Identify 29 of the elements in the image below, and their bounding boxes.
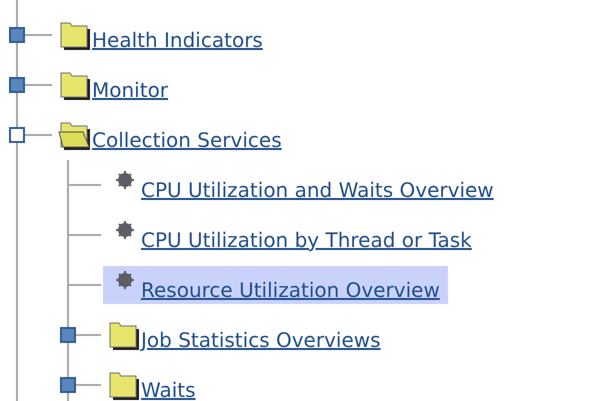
expand-toggle[interactable] — [60, 377, 76, 393]
folder-icon — [107, 320, 141, 350]
gear-icon — [115, 170, 135, 190]
tree-item[interactable]: Monitor — [54, 66, 176, 104]
folder-icon — [107, 370, 141, 400]
tree-item[interactable]: CPU Utilization and Waits Overview — [103, 166, 502, 204]
tree-item[interactable]: CPU Utilization by Thread or Task — [103, 216, 480, 254]
open-folder-icon — [58, 120, 92, 150]
expand-toggle[interactable] — [9, 77, 25, 93]
tree-link[interactable]: Monitor — [92, 78, 168, 102]
tree-link[interactable]: Job Statistics Overviews — [141, 328, 381, 352]
tree-link[interactable]: Waits — [141, 378, 196, 401]
folder-icon — [58, 20, 92, 50]
tree-item[interactable]: Resource Utilization Overview — [103, 266, 448, 304]
tree-link[interactable]: CPU Utilization by Thread or Task — [141, 228, 472, 252]
tree-item[interactable]: Waits — [103, 366, 204, 401]
gear-icon — [115, 220, 135, 240]
expand-toggle[interactable] — [9, 27, 25, 43]
tree-link[interactable]: Collection Services — [92, 128, 282, 152]
tree-item[interactable]: Health Indicators — [54, 16, 271, 54]
collapse-toggle[interactable] — [9, 127, 25, 143]
tree-link[interactable]: Health Indicators — [92, 28, 263, 52]
tree-item[interactable]: Job Statistics Overviews — [103, 316, 389, 354]
tree-link[interactable]: CPU Utilization and Waits Overview — [141, 178, 494, 202]
folder-icon — [58, 70, 92, 100]
expand-toggle[interactable] — [60, 327, 76, 343]
tree-item[interactable]: Collection Services — [54, 116, 290, 154]
gear-icon — [115, 270, 135, 290]
tree-link[interactable]: Resource Utilization Overview — [141, 278, 440, 302]
